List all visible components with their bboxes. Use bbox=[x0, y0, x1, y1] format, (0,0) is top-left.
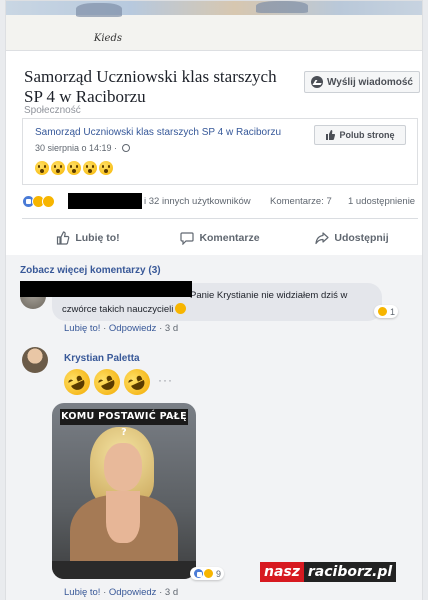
more-options-icon[interactable]: ··· bbox=[158, 373, 173, 387]
comment-reaction-count: 1 bbox=[390, 306, 396, 317]
like-label: Lubię to! bbox=[75, 232, 120, 244]
comment-icon bbox=[180, 232, 195, 245]
cover-signature: Kieds bbox=[93, 33, 122, 44]
image-reaction-badge[interactable]: 9 bbox=[190, 567, 225, 580]
shared-post-date[interactable]: 30 sierpnia o 14:19 · bbox=[35, 143, 117, 153]
cover-image: Kieds bbox=[6, 1, 422, 51]
haha-reaction-icon bbox=[203, 568, 214, 579]
comment-button[interactable]: Komentarze bbox=[154, 225, 286, 251]
thumbs-up-icon bbox=[326, 130, 336, 140]
page-title[interactable]: Samorząd Uczniowski klas starszych SP 4 … bbox=[24, 67, 294, 107]
image-caption: KOMU POSTAWIĆ PAŁĘ ? bbox=[60, 409, 188, 438]
comment-author[interactable]: Krystian Paletta bbox=[64, 353, 140, 364]
shocked-emoji-icon bbox=[99, 161, 113, 175]
comment-age[interactable]: 3 d bbox=[165, 587, 178, 598]
comment-image[interactable]: KOMU POSTAWIĆ PAŁĘ ? bbox=[52, 403, 196, 579]
like-button[interactable]: Lubię to! bbox=[22, 225, 154, 251]
post-actions: Lubię to! Komentarze Udostępnij bbox=[22, 225, 418, 251]
comment-text-line1: Panie Krystianie nie widziałem dziś w bbox=[190, 290, 348, 301]
comment-meta: Lubię to! · Odpowiedz · 3 d bbox=[64, 323, 179, 334]
rolling-laughing-emoji-icon bbox=[59, 364, 95, 400]
redacted-username bbox=[68, 193, 142, 209]
comment-label: Komentarze bbox=[199, 232, 260, 244]
comments-count[interactable]: Komentarze: 7 bbox=[270, 196, 332, 207]
view-more-comments-link[interactable]: Zobacz więcej komentarzy (3) bbox=[20, 265, 161, 276]
page-category: Społeczność bbox=[24, 105, 81, 116]
comment-text-line2: czwórce takich nauczycieli bbox=[62, 303, 372, 317]
shared-post-author[interactable]: Samorząd Uczniowski klas starszych SP 4 … bbox=[35, 127, 281, 138]
comment-reaction-badge[interactable]: 1 bbox=[374, 305, 399, 318]
shocked-emoji-icon bbox=[83, 161, 97, 175]
like-page-label: Polub stronę bbox=[339, 130, 395, 140]
emoji-row bbox=[35, 161, 113, 175]
comment-like-link[interactable]: Lubię to! bbox=[64, 323, 100, 334]
haha-reaction-icon bbox=[377, 306, 388, 317]
smile-emoji-icon bbox=[175, 303, 187, 314]
shares-count[interactable]: 1 udostępnienie bbox=[348, 196, 415, 207]
comment-meta: Lubię to! · Odpowiedz · 3 d bbox=[64, 587, 179, 598]
shocked-emoji-icon bbox=[51, 161, 65, 175]
rolling-laughing-emoji-icon bbox=[89, 364, 125, 400]
comments-section: Zobacz więcej komentarzy (3) Panie Kryst… bbox=[6, 255, 422, 600]
shocked-emoji-icon bbox=[67, 161, 81, 175]
comment-reply-link[interactable]: Odpowiedz bbox=[109, 587, 157, 598]
rolling-laughing-emoji-icon bbox=[119, 364, 155, 400]
shared-post-meta: 30 sierpnia o 14:19 · bbox=[35, 143, 130, 153]
send-message-button[interactable]: Wyślij wiadomość bbox=[304, 71, 420, 93]
share-label: Udostępnij bbox=[334, 232, 389, 244]
comment-age[interactable]: 3 d bbox=[165, 323, 178, 334]
share-button[interactable]: Udostępnij bbox=[286, 225, 418, 251]
send-message-label: Wyślij wiadomość bbox=[327, 76, 413, 88]
image-reaction-count: 9 bbox=[216, 568, 222, 579]
reactions-summary: i 32 innych użytkowników Komentarze: 7 1… bbox=[22, 193, 422, 209]
shocked-emoji-icon bbox=[35, 161, 49, 175]
thumbs-up-icon bbox=[57, 231, 70, 245]
avatar[interactable] bbox=[22, 347, 48, 373]
comment-reply-link[interactable]: Odpowiedz bbox=[109, 323, 157, 334]
share-icon bbox=[315, 232, 329, 245]
site-watermark: nasz raciborz.pl bbox=[260, 560, 420, 584]
comment-like-link[interactable]: Lubię to! bbox=[64, 587, 100, 598]
like-page-button[interactable]: Polub stronę bbox=[314, 125, 406, 145]
laughing-emoji-row bbox=[59, 364, 155, 400]
redacted-commenter bbox=[20, 281, 192, 297]
watermark-part2: raciborz.pl bbox=[303, 562, 397, 582]
messenger-icon bbox=[311, 76, 324, 88]
globe-icon bbox=[121, 144, 130, 152]
watermark-part1: nasz bbox=[260, 562, 304, 582]
wow-reaction-icon[interactable] bbox=[42, 195, 55, 208]
divider bbox=[22, 218, 418, 219]
post-card: Kieds Samorząd Uczniowski klas starszych… bbox=[5, 0, 423, 600]
reactions-others[interactable]: i 32 innych użytkowników bbox=[144, 196, 251, 207]
